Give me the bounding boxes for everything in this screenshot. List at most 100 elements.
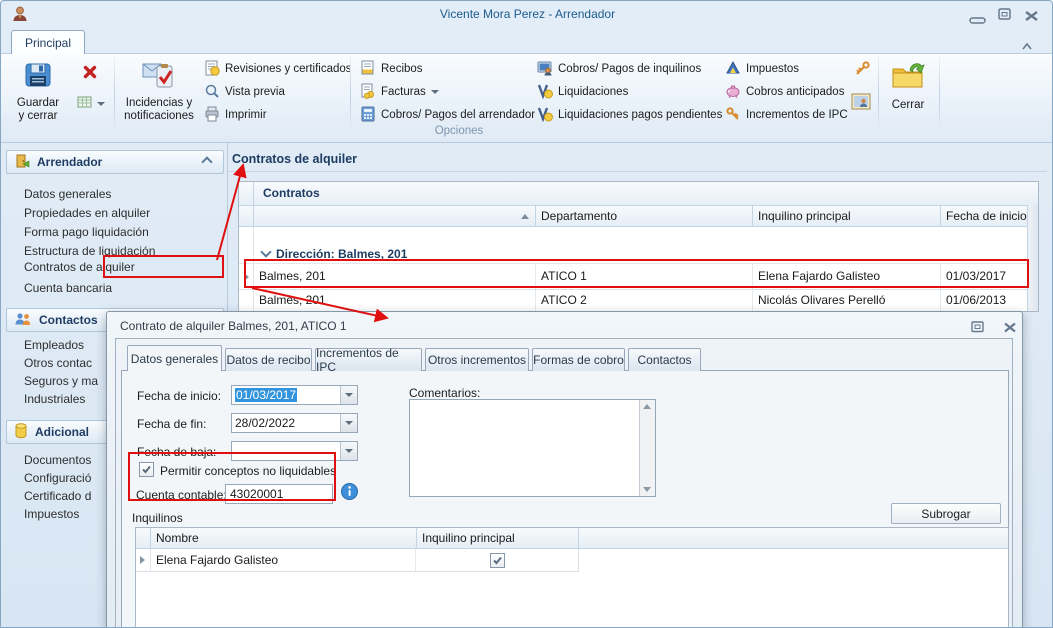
dialog-restore-button[interactable] [971,320,985,338]
advance-collections-button[interactable]: Cobros anticipados [725,82,844,102]
info-icon[interactable] [341,483,358,505]
sidebar-item-industriales[interactable]: Industriales [24,392,85,406]
sidebar-item-estructura[interactable]: Estructura de liquidación [24,244,155,258]
column-header-direccion[interactable] [254,206,536,226]
sidebar-item-datos-generales[interactable]: Datos generales [24,187,111,201]
comentarios-textarea[interactable] [409,399,656,497]
revisions-certificates-button[interactable]: Revisiones y certificados [204,59,352,79]
print-button[interactable]: Imprimir [204,105,267,125]
tenant-payments-button[interactable]: Cobros/ Pagos de inquilinos [537,59,701,79]
fecha-fin-combo[interactable]: 28/02/2022 [231,413,358,433]
sidebar-item-impuestos[interactable]: Impuestos [24,507,79,521]
cell-direccion[interactable]: Balmes, 201 [254,264,536,289]
settlements-button[interactable]: Liquidaciones [537,82,628,102]
sidebar-item-configuracion[interactable]: Configuració [24,471,91,485]
pending-settlements-button[interactable]: Liquidaciones pagos pendientes [537,105,722,125]
ribbon-tab-principal[interactable]: Principal [11,30,85,54]
section-title: Arrendador [37,155,103,169]
tab-datos-generales[interactable]: Datos generales [127,345,222,371]
minimize-button[interactable] [969,12,987,30]
preview-button[interactable]: Vista previa [204,82,285,102]
table-row[interactable]: Balmes, 201 ATICO 2 Nicolás Olivares Per… [239,290,1038,311]
cell-inquilino-principal[interactable] [416,549,578,571]
dropdown-button[interactable] [340,386,357,404]
permitir-checkbox[interactable] [139,462,154,477]
sidebar-item-forma-pago[interactable]: Forma pago liquidación [24,225,149,239]
table-row[interactable]: Balmes, 201 ATICO 1 Elena Fajardo Galist… [239,264,1038,290]
fecha-fin-value: 28/02/2022 [235,416,296,430]
sidebar-item-otros-contactos[interactable]: Otros contac [24,356,92,370]
receipts-button[interactable]: Recibos [360,59,423,79]
close-button[interactable] [1024,9,1039,27]
chevron-down-icon [97,102,105,106]
ipc-increments-button[interactable]: Incrementos de IPC [725,105,848,125]
tab-otros-incrementos[interactable]: Otros incrementos [425,348,529,371]
cell-direccion[interactable]: Balmes, 201 [254,290,536,311]
ribbon-separator [939,57,940,137]
advance-collections-label: Cobros anticipados [746,86,845,98]
column-header-inquilino-principal[interactable]: Inquilino principal [417,528,579,548]
invoices-button[interactable]: Facturas [360,82,439,102]
incidents-notifications-button[interactable]: Incidencias y notificaciones [119,57,199,137]
column-header-inquilino[interactable]: Inquilino principal [753,206,941,226]
cuenta-contable-input[interactable]: 43020001 [225,484,333,504]
tab-formas-cobro[interactable]: Formas de cobro [532,348,625,371]
table-row[interactable]: Elena Fajardo Galisteo [136,549,579,572]
grid-scrollbar[interactable] [1027,205,1038,311]
tab-contactos[interactable]: Contactos [628,348,701,371]
cell-fecha[interactable]: 01/03/2017 [941,264,1031,289]
magnifier-icon [204,83,220,102]
tab-incrementos-ipc[interactable]: Incrementos de IPC [315,346,422,374]
sidebar-item-seguros[interactable]: Seguros y ma [24,374,98,388]
sidebar-item-cuenta-bancaria[interactable]: Cuenta bancaria [24,281,112,295]
chevron-down-icon [430,90,439,94]
document-bell-icon [204,60,220,79]
fecha-baja-combo[interactable] [231,441,358,461]
sidebar-item-contratos-alquiler[interactable]: Contratos de alquiler [24,260,135,274]
key-wand-icon [853,60,871,83]
ribbon-separator [878,57,879,137]
tab-datos-recibo[interactable]: Datos de recibo [225,348,312,371]
sidebar-item-documentos[interactable]: Documentos [24,453,91,467]
dropdown-button[interactable] [340,442,357,460]
list-dropdown-button[interactable] [73,93,109,115]
sidebar-item-propiedades[interactable]: Propiedades en alquiler [24,206,150,220]
cell-departamento[interactable]: ATICO 2 [536,290,753,311]
photo-button[interactable] [847,91,875,117]
permitir-label[interactable]: Permitir conceptos no liquidables [160,464,336,478]
monitor-person-icon [537,60,553,79]
tools-key-button[interactable] [849,59,875,83]
fecha-inicio-combo[interactable]: 01/03/2017 [231,385,358,405]
column-header-fecha[interactable]: Fecha de inicio [941,206,1031,226]
cell-departamento[interactable]: ATICO 1 [536,264,753,289]
save-and-close-button[interactable]: Guardar y cerrar [9,57,67,137]
scroll-up-icon[interactable] [643,404,651,409]
fecha-fin-label: Fecha de fin: [137,417,207,431]
principal-checkbox[interactable] [489,552,505,568]
column-header-nombre[interactable]: Nombre [151,528,417,548]
grid-icon [77,95,93,114]
group-row[interactable]: Dirección: Balmes, 201 [239,244,1038,264]
fecha-baja-value [232,442,340,460]
dialog-close-button[interactable] [1003,320,1017,338]
cell-inquilino[interactable]: Nicolás Olivares Perelló [753,290,941,311]
column-header-departamento[interactable]: Departamento [536,206,753,226]
restore-button[interactable] [998,8,1012,26]
sidebar-item-empleados[interactable]: Empleados [24,338,84,352]
dropdown-button[interactable] [340,414,357,432]
cell-inquilino[interactable]: Elena Fajardo Galisteo [753,264,941,289]
landlord-payments-button[interactable]: Cobros/ Pagos del arrendador [360,105,535,125]
delete-button[interactable] [73,61,107,87]
subrogar-button[interactable]: Subrogar [891,503,1001,524]
scroll-down-icon[interactable] [643,487,651,492]
close-screen-button[interactable]: Cerrar [882,57,934,137]
sidebar-section-arrendador[interactable]: Arrendador [6,150,224,174]
textarea-scrollbar[interactable] [639,400,655,496]
cell-fecha[interactable]: 01/06/2013 [941,290,1031,311]
cell-nombre[interactable]: Elena Fajardo Galisteo [151,549,417,571]
group-expand-icon[interactable] [260,246,272,258]
sidebar-item-certificado[interactable]: Certificado d [24,489,91,503]
database-cylinder-icon [14,422,28,442]
fecha-inicio-value: 01/03/2017 [235,388,298,402]
taxes-button[interactable]: Impuestos [725,59,799,79]
